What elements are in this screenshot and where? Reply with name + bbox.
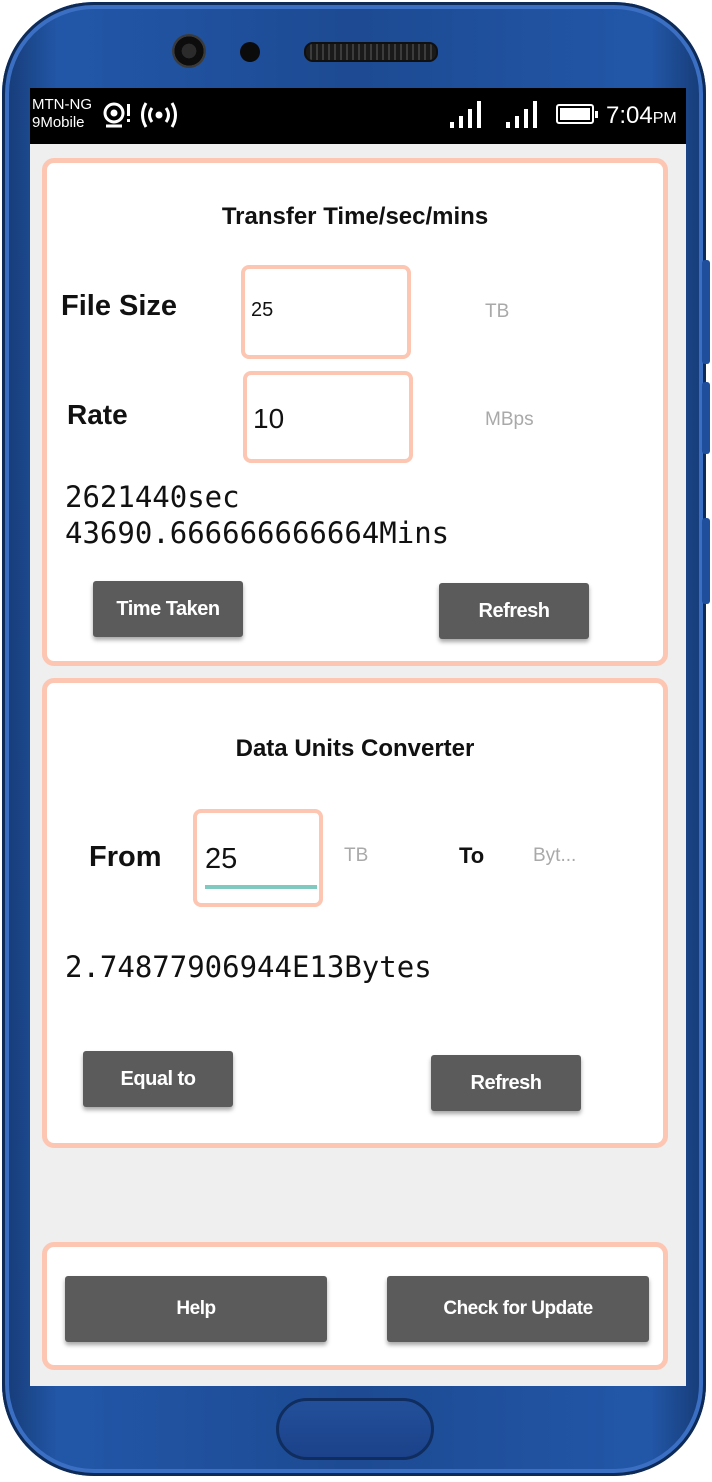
file-size-value: 25 (251, 299, 274, 321)
volume-button (702, 382, 710, 454)
signal-icon (506, 101, 537, 128)
rate-value: 10 (253, 403, 285, 434)
clock-time: 7:04 (606, 102, 653, 129)
transfer-result: 2621440sec 43690.666666666664Mins (65, 479, 449, 551)
screen: MTN-NG 9Mobile 7:04PM Transfer Time/sec/… (30, 88, 686, 1386)
from-label: From (89, 841, 162, 873)
rate-label: Rate (67, 399, 128, 430)
file-size-label: File Size (61, 290, 178, 322)
rate-unit: MBps (485, 409, 534, 430)
check-for-update-button[interactable]: Check for Update (387, 1276, 649, 1342)
equal-to-button[interactable]: Equal to (83, 1051, 233, 1107)
carrier-1: MTN-NG (32, 96, 92, 113)
converter-card-title: Data Units Converter (235, 735, 475, 762)
result-minutes: 43690.666666666664Mins (65, 516, 450, 550)
footer-card: Help Check for Update (42, 1242, 668, 1370)
data-units-converter-card: Data Units Converter From 25 TB To Byt..… (42, 678, 668, 1148)
power-button (702, 518, 710, 604)
carrier-2: 9Mobile (32, 114, 85, 131)
from-input[interactable]: 25 (193, 809, 323, 907)
file-size-input[interactable]: 25 (241, 265, 411, 359)
result-seconds: 2621440sec (65, 480, 240, 514)
transfer-time-card: Transfer Time/sec/mins File Size 25 TB R… (42, 158, 668, 666)
to-label: To (459, 843, 485, 868)
converter-refresh-button[interactable]: Refresh (431, 1055, 581, 1111)
alert-icon (103, 102, 130, 128)
carrier-labels: MTN-NG 9Mobile (32, 96, 92, 132)
earpiece-speaker (304, 42, 438, 62)
input-underline (205, 885, 317, 889)
file-size-unit: TB (485, 301, 510, 322)
phone-frame: MTN-NG 9Mobile 7:04PM Transfer Time/sec/… (2, 2, 710, 1476)
transfer-card-title: Transfer Time/sec/mins (221, 203, 489, 230)
proximity-sensor (240, 42, 260, 62)
rate-input[interactable]: 10 (243, 371, 413, 463)
transfer-refresh-button[interactable]: Refresh (439, 583, 589, 639)
from-value: 25 (205, 843, 238, 875)
status-bar: MTN-NG 9Mobile 7:04PM (30, 88, 686, 144)
status-clock: 7:04PM (606, 102, 677, 130)
front-camera (172, 34, 206, 68)
to-unit-select[interactable]: Byt... (533, 845, 576, 867)
hotspot-icon (141, 102, 177, 128)
time-taken-button[interactable]: Time Taken (93, 581, 243, 637)
volume-button (702, 260, 710, 364)
battery-icon (556, 104, 598, 124)
signal-icon (450, 101, 481, 128)
home-button[interactable] (276, 1398, 434, 1460)
clock-ampm: PM (652, 110, 677, 127)
help-button[interactable]: Help (65, 1276, 327, 1342)
converter-result: 2.74877906944E13Bytes (65, 950, 432, 984)
from-unit: TB (344, 845, 369, 866)
